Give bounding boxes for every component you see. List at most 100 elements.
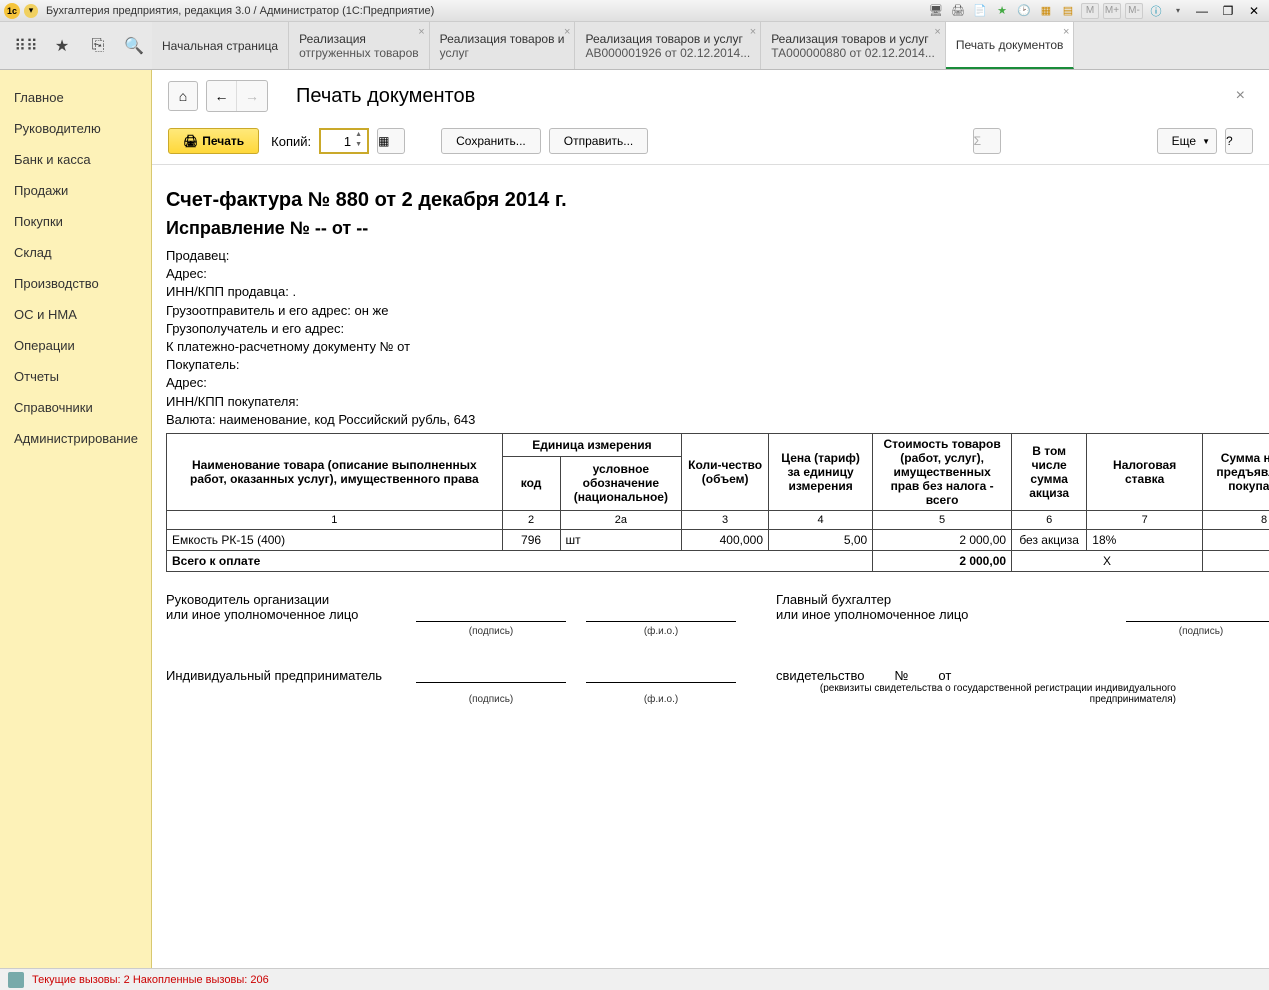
page-close-button[interactable]: × bbox=[1228, 83, 1253, 109]
document-viewport[interactable]: Счет-фактура № 880 от 2 декабря 2014 г. … bbox=[152, 164, 1269, 968]
cell-code: 796 bbox=[502, 529, 560, 550]
info-dd-icon[interactable]: ▾ bbox=[1169, 3, 1187, 19]
apps-icon[interactable]: ⠿⠿ bbox=[16, 36, 36, 56]
close-icon[interactable]: × bbox=[418, 26, 424, 38]
meta-line: Продавец: bbox=[166, 247, 1269, 265]
save-button[interactable]: Сохранить... bbox=[441, 128, 541, 154]
close-icon[interactable]: × bbox=[934, 26, 940, 38]
calendar-icon[interactable]: ▤ bbox=[1059, 3, 1077, 19]
copies-spinner[interactable]: ▲▼ bbox=[355, 130, 367, 150]
role-acct-sub: или иное уполномоченное лицо bbox=[776, 607, 1056, 622]
tab-print-documents[interactable]: Печать документов × bbox=[946, 22, 1075, 69]
sidebar-item-warehouse[interactable]: Склад bbox=[0, 237, 151, 268]
help-button[interactable]: ? bbox=[1225, 128, 1253, 154]
colnum: 4 bbox=[769, 510, 873, 529]
home-button[interactable]: ⌂ bbox=[168, 81, 198, 111]
invoice-table: Наименование товара (описание выполненны… bbox=[166, 433, 1269, 572]
sidebar-item-admin[interactable]: Администрирование bbox=[0, 423, 151, 454]
sign-line bbox=[586, 667, 736, 683]
tab-sales-doc1[interactable]: Реализация товаров и услуг АВ000001926 о… bbox=[575, 22, 761, 69]
sidebar-item-purchases[interactable]: Покупки bbox=[0, 206, 151, 237]
sub-podpis: (подпись) bbox=[416, 694, 566, 705]
tab-label-l1: Реализация товаров и bbox=[440, 32, 565, 46]
printer-icon: 🖨 bbox=[183, 134, 198, 148]
colnum: 6 bbox=[1012, 510, 1087, 529]
tab-label: Печать документов bbox=[956, 38, 1064, 52]
search-icon[interactable]: 🔍 bbox=[124, 36, 144, 56]
sidebar-item-sales[interactable]: Продажи bbox=[0, 175, 151, 206]
save-label: Сохранить... bbox=[456, 134, 526, 148]
forward-button[interactable]: → bbox=[237, 81, 267, 111]
minimize-button[interactable]: — bbox=[1191, 3, 1213, 19]
sidebar-item-catalogs[interactable]: Справочники bbox=[0, 392, 151, 423]
calc-icon[interactable]: ▦ bbox=[1037, 3, 1055, 19]
close-icon[interactable]: × bbox=[564, 26, 570, 38]
total-cost: 2 000,00 bbox=[873, 550, 1012, 571]
history-icon[interactable]: 🕑 bbox=[1015, 3, 1033, 19]
print-button[interactable]: 🖨 Печать bbox=[168, 128, 259, 154]
sub-fio: (ф.и.о.) bbox=[586, 626, 736, 637]
sidebar-item-manager[interactable]: Руководителю bbox=[0, 113, 151, 144]
tool-icon-3[interactable]: 📄 bbox=[971, 3, 989, 19]
close-icon[interactable]: × bbox=[750, 26, 756, 38]
svid-label: свидетельство bbox=[776, 668, 864, 683]
memory-mminus[interactable]: M- bbox=[1125, 3, 1143, 19]
tab-sales[interactable]: Реализация товаров и услуг × bbox=[430, 22, 576, 69]
th-price: Цена (тариф) за единицу измерения bbox=[769, 433, 873, 510]
sidebar-item-production[interactable]: Производство bbox=[0, 268, 151, 299]
sum-button[interactable]: Σ bbox=[973, 128, 1001, 154]
total-label: Всего к оплате bbox=[167, 550, 873, 571]
back-button[interactable]: ← bbox=[207, 81, 237, 111]
send-button[interactable]: Отправить... bbox=[549, 128, 649, 154]
copies-label: Копий: bbox=[271, 134, 311, 149]
tab-shipped-sales[interactable]: Реализация отгруженных товаров × bbox=[289, 22, 430, 69]
more-button[interactable]: Еще bbox=[1157, 128, 1217, 154]
tool-icon-2[interactable]: 🖨 bbox=[949, 3, 967, 19]
cell-qty: 400,000 bbox=[682, 529, 769, 550]
meta-lines: Продавец: Адрес: ИНН/КПП продавца: . Гру… bbox=[166, 247, 1269, 429]
star-icon[interactable]: ★ bbox=[52, 36, 72, 56]
more-label: Еще bbox=[1172, 134, 1196, 148]
sidebar: Главное Руководителю Банк и касса Продаж… bbox=[0, 70, 152, 968]
th-unit: условное обозначение (национальное) bbox=[560, 456, 682, 510]
th-name: Наименование товара (описание выполненны… bbox=[167, 433, 503, 510]
sidebar-item-reports[interactable]: Отчеты bbox=[0, 361, 151, 392]
sidebar-item-operations[interactable]: Операции bbox=[0, 330, 151, 361]
cell-price: 5,00 bbox=[769, 529, 873, 550]
sub-fio: (ф.и.о.) bbox=[586, 694, 736, 705]
role-ip: Индивидуальный предприниматель bbox=[166, 668, 416, 683]
meta-line: ИНН/КПП продавца: . bbox=[166, 283, 1269, 301]
memory-m[interactable]: M bbox=[1081, 3, 1099, 19]
role-head-sub: или иное уполномоченное лицо bbox=[166, 607, 416, 622]
toolbar: 🖨 Печать Копий: ▲▼ ▦ Сохранить... Отправ… bbox=[152, 122, 1269, 164]
memory-mplus[interactable]: M+ bbox=[1103, 3, 1121, 19]
app-menu-icon[interactable]: ▾ bbox=[24, 4, 38, 18]
table-row: Емкость РК-15 (400) 796 шт 400,000 5,00 … bbox=[167, 529, 1269, 550]
sign-line bbox=[416, 667, 566, 683]
tab-label-l2: отгруженных товаров bbox=[299, 46, 419, 60]
correction-title: Исправление № -- от -- bbox=[166, 218, 1269, 239]
role-acct: Главный бухгалтер bbox=[776, 592, 1056, 607]
info-icon[interactable]: ⓘ bbox=[1147, 3, 1165, 19]
sidebar-item-bank[interactable]: Банк и касса bbox=[0, 144, 151, 175]
clipboard-icon[interactable]: ⎘ bbox=[88, 36, 108, 56]
close-button[interactable]: ✕ bbox=[1243, 3, 1265, 19]
meta-line: Грузоотправитель и его адрес: он же bbox=[166, 302, 1269, 320]
settings-button[interactable]: ▦ bbox=[377, 128, 405, 154]
sidebar-item-main[interactable]: Главное bbox=[0, 82, 151, 113]
close-icon[interactable]: × bbox=[1063, 26, 1069, 38]
cell-unit: шт bbox=[560, 529, 682, 550]
sign-line bbox=[586, 606, 736, 622]
signatures: Руководитель организации или иное уполно… bbox=[166, 592, 1269, 637]
sub-podpis: (подпись) bbox=[1126, 626, 1269, 637]
sidebar-item-assets[interactable]: ОС и НМА bbox=[0, 299, 151, 330]
th-tax: Сумма налога, предъявляемая покупателю bbox=[1203, 433, 1269, 510]
maximize-button[interactable]: ❐ bbox=[1217, 3, 1239, 19]
status-icon bbox=[8, 972, 24, 988]
favorite-icon[interactable]: ★ bbox=[993, 3, 1011, 19]
tab-home[interactable]: Начальная страница bbox=[152, 22, 289, 69]
tool-icon-1[interactable]: 🖥 bbox=[927, 3, 945, 19]
th-code: код bbox=[502, 456, 560, 510]
meta-line: К платежно-расчетному документу № от bbox=[166, 338, 1269, 356]
tab-sales-doc2[interactable]: Реализация товаров и услуг ТА000000880 о… bbox=[761, 22, 946, 69]
